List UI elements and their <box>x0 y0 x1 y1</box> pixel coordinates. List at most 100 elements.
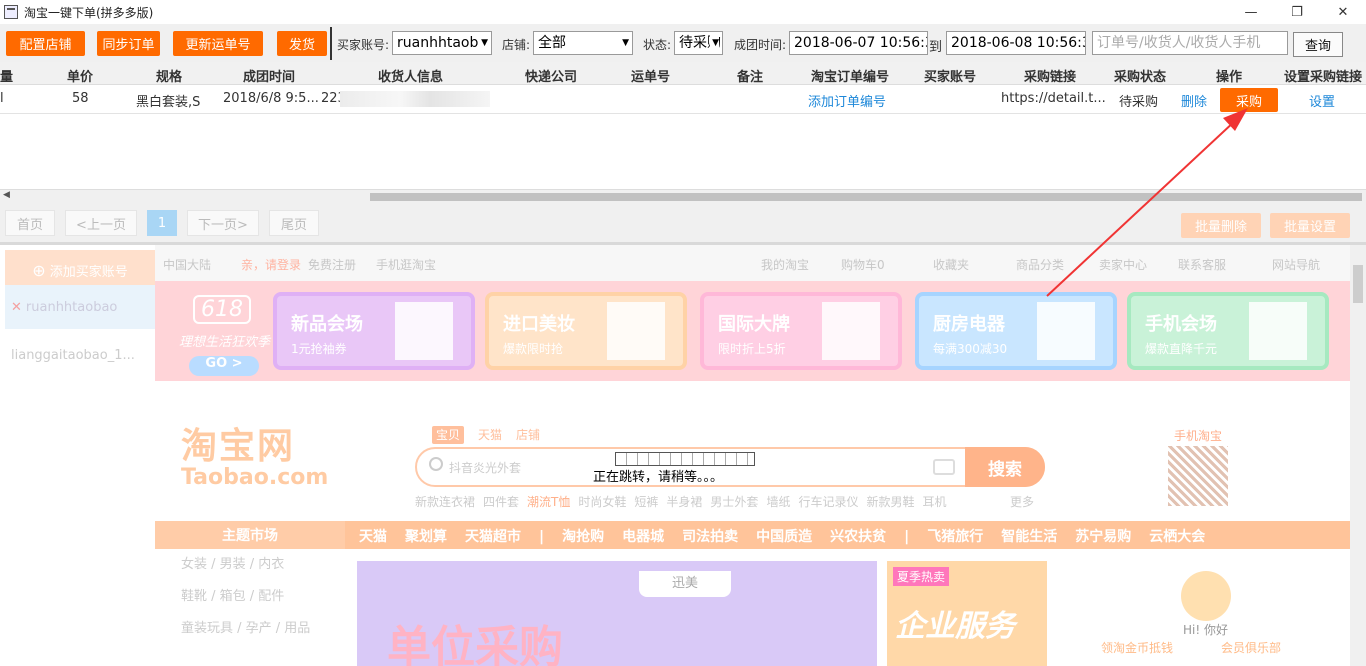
category-item[interactable]: 鞋靴 / 箱包 / 配件 <box>155 581 345 613</box>
col-buyer-account[interactable]: 买家账号 <box>924 66 976 85</box>
category-tab[interactable]: 司法拍卖 <box>682 529 738 545</box>
promo-tile[interactable]: 新品会场 1元抢袖券 <box>273 292 475 370</box>
col-qty[interactable]: 量 <box>0 66 13 85</box>
category-item[interactable]: 童装玩具 / 孕产 / 用品 <box>155 613 345 645</box>
hot-word-link[interactable]: 新款连衣裙 <box>415 495 475 509</box>
add-buyer-account-button[interactable]: ⊕ 添加买家账号 <box>5 250 155 290</box>
category-tab[interactable]: | <box>539 529 544 545</box>
cell-purchase-link[interactable]: https://detail.t... <box>1001 91 1106 106</box>
ship-button[interactable]: 发货 <box>277 31 327 56</box>
category-item[interactable]: 女装 / 男装 / 内衣 <box>155 549 345 581</box>
category-tab[interactable]: 中国质造 <box>756 529 812 545</box>
scrollbar-thumb[interactable] <box>1353 265 1363 303</box>
buy-button[interactable]: 采购 <box>1220 88 1278 112</box>
hot-word-link[interactable]: 时尚女鞋 <box>578 495 626 509</box>
main-ad[interactable]: 迅美 单位采购 <box>357 561 877 666</box>
search-button[interactable]: 搜索 <box>965 447 1045 487</box>
col-spec[interactable]: 规格 <box>156 66 182 85</box>
my-taobao-link[interactable]: 我的淘宝 <box>761 256 809 273</box>
vertical-scrollbar[interactable] <box>1350 245 1366 666</box>
cart-link[interactable]: 购物车0 <box>841 256 885 273</box>
camera-icon[interactable] <box>933 459 955 475</box>
col-purchase-link[interactable]: 采购链接 <box>1024 66 1076 85</box>
login-link[interactable]: 亲，请登录 <box>241 256 301 273</box>
date-to-input[interactable]: 2018-06-08 10:56:37 <box>946 31 1086 55</box>
first-page-button[interactable]: 首页 <box>5 210 55 236</box>
delete-link[interactable]: 删除 <box>1181 91 1207 110</box>
last-page-button[interactable]: 尾页 <box>269 210 319 236</box>
col-setup-link[interactable]: 设置采购链接 <box>1284 66 1362 85</box>
category-tab[interactable]: | <box>904 529 909 545</box>
col-courier[interactable]: 快递公司 <box>525 66 577 85</box>
mobile-taobao-link[interactable]: 手机逛淘宝 <box>376 256 436 273</box>
site-nav-link[interactable]: 网站导航 <box>1272 256 1320 273</box>
batch-setup-button[interactable]: 批量设置 <box>1270 213 1350 238</box>
hot-word-link[interactable]: 耳机 <box>922 495 946 509</box>
col-remark[interactable]: 备注 <box>737 66 763 85</box>
prev-page-button[interactable]: <上一页 <box>65 210 137 236</box>
promo-tile[interactable]: 国际大牌 限时折上5折 <box>700 292 902 370</box>
hot-word-link[interactable]: 潮流T恤 <box>527 495 570 509</box>
category-tab[interactable]: 智能生活 <box>1001 529 1057 545</box>
category-tab[interactable]: 天猫 <box>359 529 387 545</box>
col-price[interactable]: 单价 <box>67 66 93 85</box>
hot-word-link[interactable]: 新款男鞋 <box>866 495 914 509</box>
tab-shop[interactable]: 店铺 <box>516 428 540 442</box>
category-tab[interactable]: 兴农扶贫 <box>830 529 886 545</box>
next-page-button[interactable]: 下一页> <box>187 210 259 236</box>
category-tab[interactable]: 聚划算 <box>405 529 447 545</box>
col-purchase-status[interactable]: 采购状态 <box>1114 66 1166 85</box>
taobao-logo[interactable]: 淘宝网 Taobao.com <box>181 417 328 490</box>
region-selector[interactable]: 中国大陆 <box>163 256 211 273</box>
hot-word-link[interactable]: 四件套 <box>483 495 519 509</box>
promo-tile[interactable]: 进口美妆 爆款限时抢 <box>485 292 687 370</box>
categories-link[interactable]: 商品分类 <box>1016 256 1064 273</box>
hot-word-link[interactable]: 半身裙 <box>666 495 702 509</box>
order-search-input[interactable]: 订单号/收货人/收货人手机 <box>1092 31 1288 55</box>
account-item[interactable]: ✕ ruanhhtaobao <box>5 285 155 329</box>
promo-tile[interactable]: 厨房电器 每满300减30 <box>915 292 1117 370</box>
update-tracking-button[interactable]: 更新运单号 <box>173 31 263 56</box>
status-select[interactable]: 待采购 ▼ <box>674 31 723 55</box>
minimize-button[interactable]: — <box>1228 0 1274 24</box>
restore-button[interactable]: ❐ <box>1274 0 1320 24</box>
page-number-current[interactable]: 1 <box>147 210 177 236</box>
logo-618[interactable]: 618 理想生活狂欢季 GO > <box>165 291 275 376</box>
customer-service-link[interactable]: 联系客服 <box>1178 256 1226 273</box>
setup-link[interactable]: 设置 <box>1309 91 1335 110</box>
tab-baobei[interactable]: 宝贝 <box>432 426 465 444</box>
side-ad[interactable]: 夏季热卖 企业服务 <box>887 561 1047 666</box>
col-group-time[interactable]: 成团时间 <box>243 66 295 85</box>
close-icon[interactable]: ✕ <box>11 300 22 315</box>
coins-link[interactable]: 领淘金币抵钱 <box>1101 639 1173 656</box>
theme-market-label[interactable]: 主题市场 <box>155 521 345 549</box>
category-tab[interactable]: 电器城 <box>622 529 664 545</box>
account-item[interactable]: lianggaitaobao_1... <box>5 333 155 377</box>
table-row[interactable]: l 58 黑白套装,S 2018/6/8 9:5... 223 添加订单编号 h… <box>0 85 1366 114</box>
buyer-account-select[interactable]: ruanhhtaoba ▼ <box>392 31 492 55</box>
close-button[interactable]: ✕ <box>1320 0 1366 24</box>
scrollbar-thumb[interactable] <box>370 193 1362 201</box>
category-tab[interactable]: 苏宁易购 <box>1075 529 1131 545</box>
seller-center-link[interactable]: 卖家中心 <box>1099 256 1147 273</box>
hot-word-link[interactable]: 墙纸 <box>766 495 790 509</box>
config-store-button[interactable]: 配置店铺 <box>6 31 85 56</box>
category-tab[interactable]: 飞猪旅行 <box>927 529 983 545</box>
col-taobao-order[interactable]: 淘宝订单编号 <box>811 66 889 85</box>
club-link[interactable]: 会员俱乐部 <box>1221 639 1281 656</box>
col-tracking[interactable]: 运单号 <box>631 66 670 85</box>
col-action[interactable]: 操作 <box>1216 66 1242 85</box>
favorites-link[interactable]: 收藏夹 <box>933 256 969 273</box>
horizontal-scrollbar[interactable]: ◀ <box>0 190 1366 204</box>
hot-word-link[interactable]: 短裤 <box>634 495 658 509</box>
scroll-left-icon[interactable]: ◀ <box>3 190 10 200</box>
store-select[interactable]: 全部 ▼ <box>533 31 633 55</box>
date-from-input[interactable]: 2018-06-07 10:56:37 <box>789 31 928 55</box>
tab-tmall[interactable]: 天猫 <box>478 428 502 442</box>
sync-orders-button[interactable]: 同步订单 <box>97 31 160 56</box>
category-tab[interactable]: 淘抢购 <box>562 529 604 545</box>
promo-tile[interactable]: 手机会场 爆款直降千元 <box>1127 292 1329 370</box>
register-link[interactable]: 免费注册 <box>308 256 356 273</box>
hot-word-link[interactable]: 行车记录仪 <box>798 495 858 509</box>
hot-word-link[interactable]: 男士外套 <box>710 495 758 509</box>
